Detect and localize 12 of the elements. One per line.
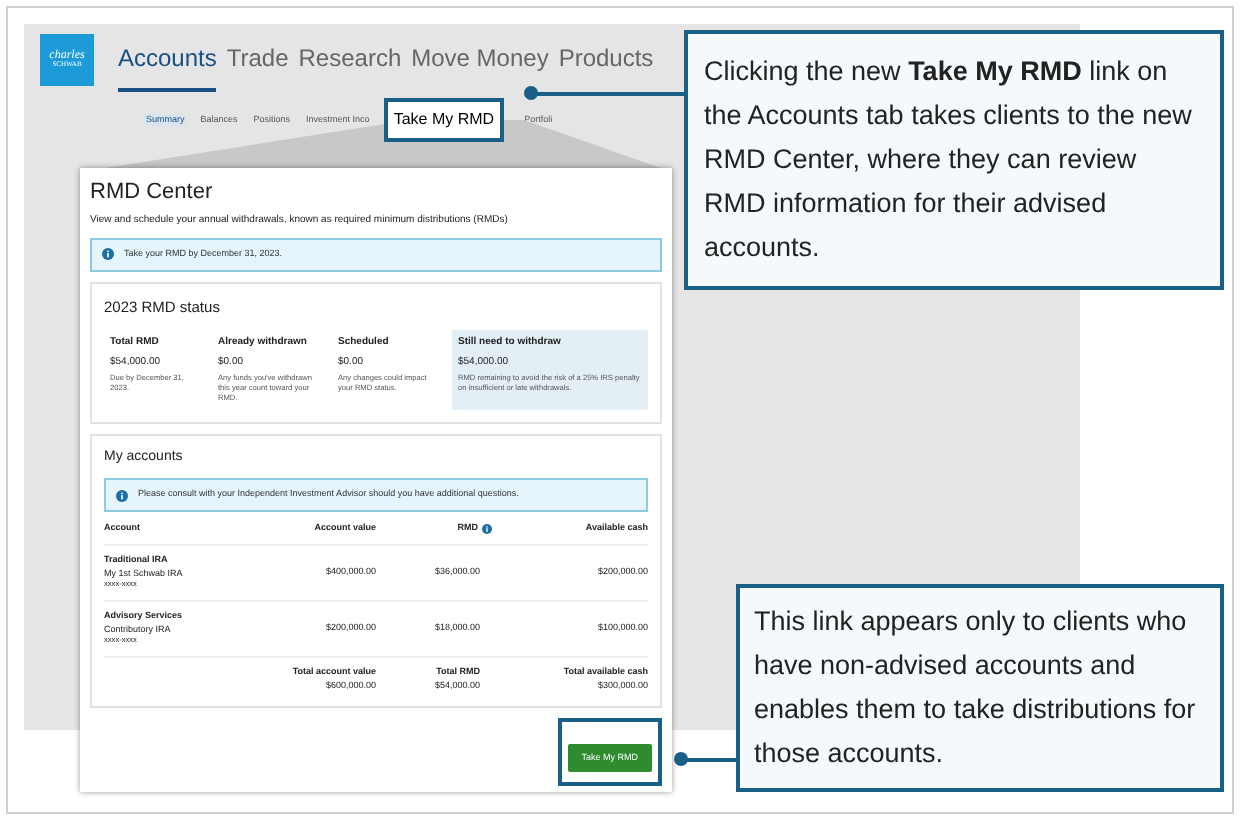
page-title: RMD Center — [90, 178, 215, 208]
nav-tab[interactable]: Accounts — [118, 28, 217, 92]
info-icon — [482, 523, 492, 534]
nav-tab[interactable]: Research — [298, 28, 402, 92]
nav-tab[interactable]: Move Money — [411, 28, 549, 92]
nav-tab[interactable]: Trade — [226, 28, 289, 92]
callout-text: This link appears only to clients who have non-advised accounts and enables them to take distributions for those accounts. — [754, 604, 1198, 772]
callout-text: Clicking the new Take My RMD link on the Accounts tab takes clients to the new RMD Center, where they can review RMD information for their advised accounts. — [704, 54, 1194, 266]
nav-tab[interactable]: Products — [558, 28, 654, 92]
info-icon — [116, 489, 128, 502]
subnav-tab[interactable]: Take My RMD — [383, 98, 505, 142]
info-icon — [102, 248, 114, 261]
